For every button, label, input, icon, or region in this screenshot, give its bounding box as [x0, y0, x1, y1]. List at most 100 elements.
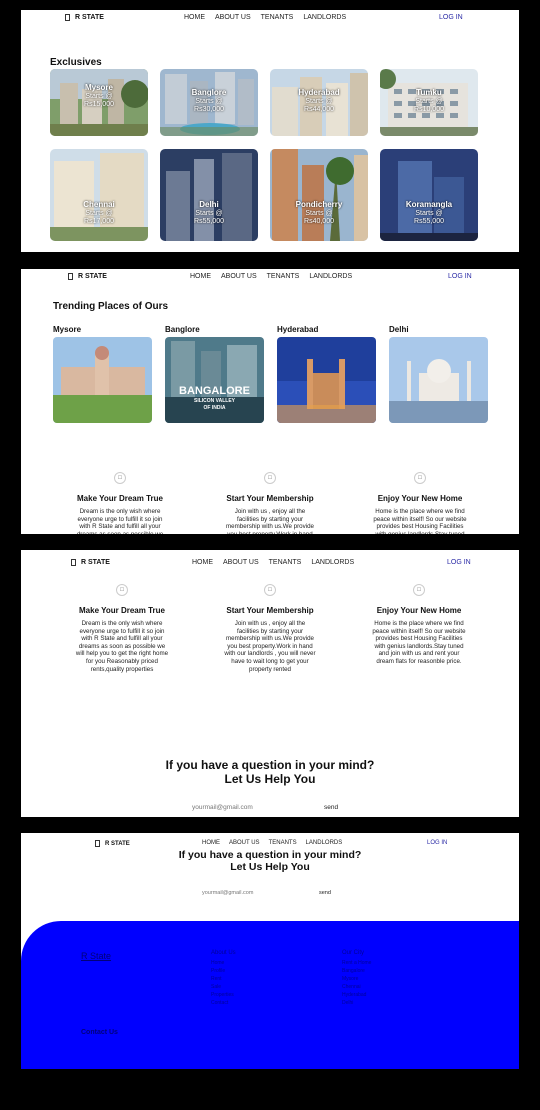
feature-block: □ Make Your Dream True Dream is the only… — [67, 584, 177, 673]
nav-landlords[interactable]: LANDLORDS — [306, 840, 343, 846]
footer-link[interactable]: Bangalore — [342, 967, 371, 975]
footer-link[interactable]: Rent — [211, 975, 236, 983]
footer-link[interactable]: Profile — [211, 967, 236, 975]
nav-links: HOME ABOUT US TENANTS LANDLORDS — [190, 273, 352, 280]
place-name: Mysore — [53, 325, 82, 334]
footer-col-heading: Our City — [342, 950, 365, 956]
footer-link[interactable]: Mysore — [342, 975, 371, 983]
feature-title: Enjoy Your New Home — [377, 494, 463, 503]
login-link[interactable]: LOG IN — [427, 840, 447, 846]
overlay-sub2: OF INDIA — [203, 405, 226, 411]
screenshot-panel-exclusives: R STATE HOME ABOUT US TENANTS LANDLORDS … — [21, 10, 519, 252]
card-city: Koramangla — [405, 200, 453, 209]
footer-link[interactable]: Rent a Home — [342, 959, 371, 967]
screenshot-panel-features: R STATE HOME ABOUT US TENANTS LANDLORDS … — [21, 550, 519, 817]
card-price: Rs30,000 — [194, 106, 224, 113]
login-link[interactable]: LOG IN — [448, 273, 472, 280]
footer-brand[interactable]: R State — [81, 951, 111, 961]
nav-home[interactable]: HOME — [184, 14, 205, 21]
card-starts: Starts @ — [85, 93, 113, 100]
card-city: Chennai — [83, 200, 115, 209]
feature-text: Join with us , enjoy all the facilities b… — [226, 508, 314, 534]
footer-link[interactable]: Hyderabad — [342, 991, 371, 999]
brand-logo[interactable]: R STATE — [65, 14, 104, 21]
logo-icon — [65, 14, 70, 21]
footer-link[interactable]: Chennai — [342, 983, 371, 991]
trending-place[interactable]: Hyderabad — [277, 325, 376, 423]
exclusive-card[interactable]: Tumku Starts @ Rs10,000 — [380, 69, 478, 136]
brand-name: R STATE — [75, 14, 104, 21]
card-starts: Starts @ — [195, 210, 223, 217]
trending-place[interactable]: Mysore — [53, 325, 152, 423]
feature-icon: □ — [414, 472, 426, 484]
exclusive-card[interactable]: Chennai Starts @ Rs17,000 — [50, 149, 148, 241]
card-starts: Starts @ — [305, 210, 333, 217]
nav-tenants[interactable]: TENANTS — [261, 14, 294, 21]
trending-place[interactable]: Banglore BANGALORE SILICON VALLEY OF IND… — [165, 325, 264, 423]
trending-title: Trending Places of Ours — [53, 301, 169, 312]
building-image — [380, 149, 478, 241]
exclusive-card[interactable]: Pondicherry Starts @ Rs40,000 — [270, 149, 368, 241]
nav-about-us[interactable]: ABOUT US — [229, 840, 260, 846]
building-image — [270, 149, 368, 241]
trending-place[interactable]: Delhi — [389, 325, 488, 423]
nav-landlords[interactable]: LANDLORDS — [311, 559, 354, 566]
card-starts: Starts @ — [195, 98, 223, 105]
exclusive-card[interactable]: Mysore Starts @ Rs15,000 — [50, 69, 148, 136]
login-link[interactable]: LOG IN — [439, 14, 463, 21]
exclusive-card[interactable]: Delhi Starts @ Rs55,000 — [160, 149, 258, 241]
nav-links: HOME ABOUT US TENANTS LANDLORDS — [192, 559, 354, 566]
nav-about-us[interactable]: ABOUT US — [221, 273, 257, 280]
footer-col-about: About Us Home Profile Rent Sale Properti… — [211, 949, 236, 1007]
logo-icon — [68, 273, 73, 280]
nav-home[interactable]: HOME — [190, 273, 211, 280]
card-city: Hyderabad — [298, 88, 340, 97]
nav-home[interactable]: HOME — [192, 559, 213, 566]
footer-contact: Contact Us — [81, 1029, 118, 1036]
exclusive-card[interactable]: Banglore Starts @ Rs30,000 — [160, 69, 258, 136]
help-line1: If you have a question in your mind? — [178, 849, 362, 861]
footer-link[interactable]: Home — [211, 959, 236, 967]
exclusive-card[interactable]: Hyderabad Starts @ Rs44,000 — [270, 69, 368, 136]
taj-image — [389, 337, 488, 423]
feature-title: Start Your Membership — [226, 494, 314, 503]
brand-logo[interactable]: R STATE — [95, 840, 130, 847]
nav-home[interactable]: HOME — [202, 840, 220, 846]
email-input[interactable]: yourmail@gmail.com — [192, 804, 253, 811]
place-image — [277, 337, 376, 423]
login-link[interactable]: LOG IN — [447, 559, 471, 566]
send-button[interactable]: send — [324, 804, 338, 811]
feature-icon: □ — [264, 584, 276, 596]
footer-link[interactable]: Properties — [211, 991, 236, 999]
feature-block: □ Start Your Membership Join with us , e… — [215, 472, 325, 534]
nav-tenants[interactable]: TENANTS — [269, 840, 297, 846]
building-image — [50, 149, 148, 241]
feature-block: □ Enjoy Your New Home Home is the place … — [365, 472, 475, 534]
footer: R State About Us Home Profile Rent Sale … — [21, 921, 519, 1069]
email-input[interactable]: yourmail@gmail.com — [202, 890, 253, 896]
send-button[interactable]: send — [319, 890, 331, 896]
nav-tenants[interactable]: TENANTS — [267, 273, 300, 280]
nav-about-us[interactable]: ABOUT US — [215, 14, 251, 21]
brand-logo[interactable]: R STATE — [68, 273, 107, 280]
nav-landlords[interactable]: LANDLORDS — [303, 14, 346, 21]
card-city: Banglore — [191, 88, 227, 97]
feature-text: Home is the place where we find peace wit… — [373, 508, 467, 534]
nav-tenants[interactable]: TENANTS — [269, 559, 302, 566]
footer-link[interactable]: Delhi — [342, 999, 371, 1007]
footer-link[interactable]: Sale — [211, 983, 236, 991]
feature-block: □ Enjoy Your New Home Home is the place … — [364, 584, 474, 666]
nav-landlords[interactable]: LANDLORDS — [309, 273, 352, 280]
brand-logo[interactable]: R STATE — [71, 559, 110, 566]
feature-icon: □ — [413, 584, 425, 596]
footer-link[interactable]: Contact — [211, 999, 236, 1007]
exclusive-card[interactable]: Koramangla Starts @ Rs55,000 — [380, 149, 478, 241]
overlay-sub1: SILICON VALLEY — [193, 398, 236, 404]
brand-name: R STATE — [105, 840, 130, 847]
nav-about-us[interactable]: ABOUT US — [223, 559, 259, 566]
card-city: Delhi — [199, 200, 219, 209]
top-nav: R STATE HOME ABOUT US TENANTS LANDLORDS … — [21, 10, 519, 28]
card-city: Mysore — [84, 83, 113, 92]
palace-image — [53, 337, 152, 423]
card-city: Pondicherry — [295, 200, 343, 209]
